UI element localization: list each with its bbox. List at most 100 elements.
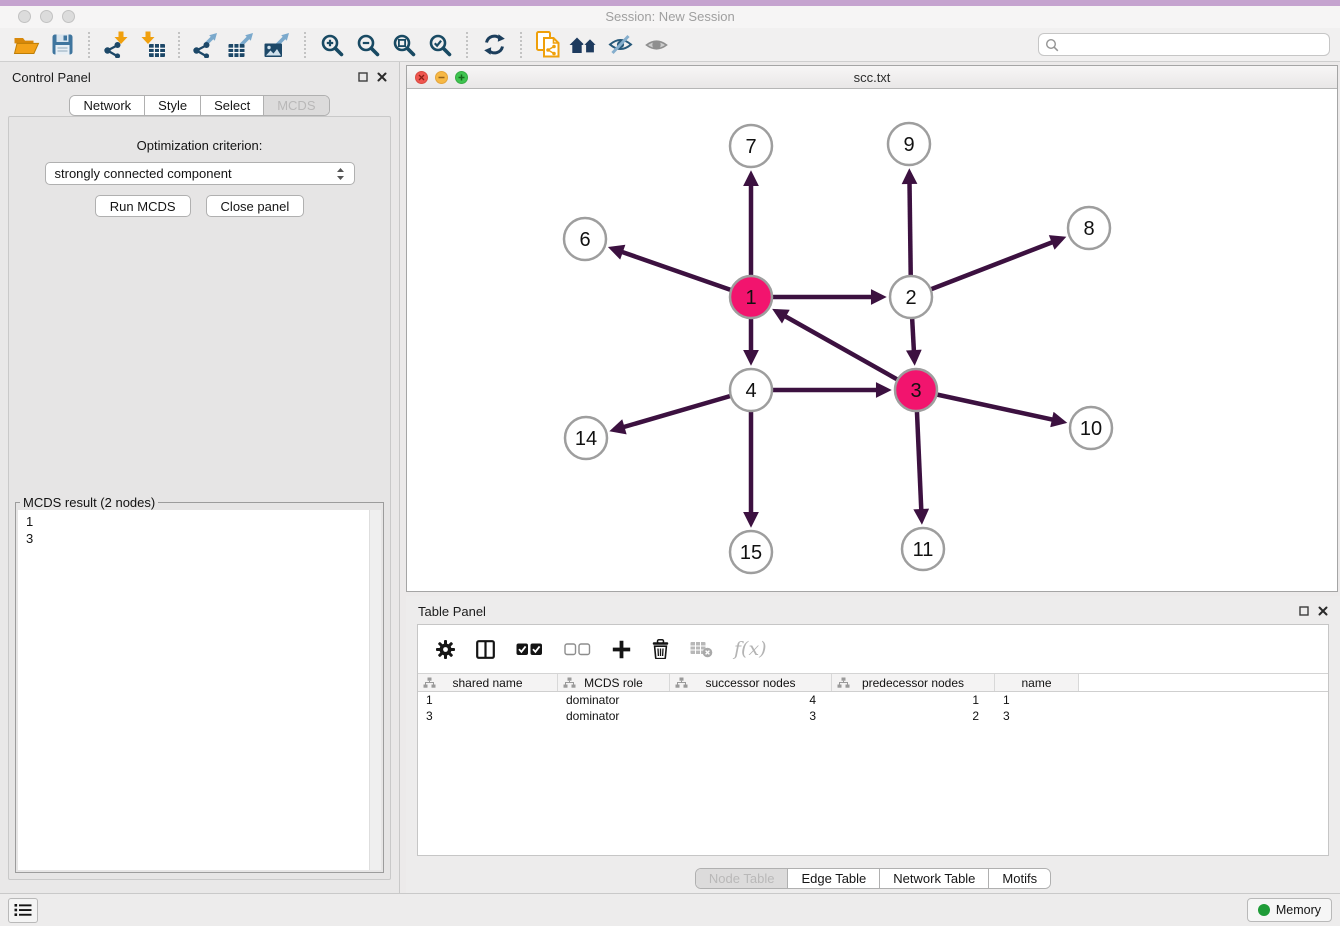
network-window: scc.txt 7968124314101511 (406, 65, 1338, 592)
table-settings-button[interactable] (436, 640, 455, 659)
graph-node-label: 1 (745, 287, 756, 309)
close-panel-icon[interactable] (1318, 606, 1328, 616)
graph-node-label: 15 (740, 542, 762, 564)
open-session-button[interactable] (8, 30, 44, 60)
cell-shared-name[interactable]: 1 (418, 693, 558, 707)
cell-predecessor-nodes[interactable]: 2 (832, 709, 995, 723)
show-panels-button[interactable] (8, 898, 38, 923)
graph-node-label: 11 (913, 539, 934, 561)
search-input[interactable] (1059, 38, 1323, 52)
table-header-row: shared name MCDS role successor nodes pr… (418, 673, 1328, 692)
mcds-result-group: MCDS result (2 nodes) 1 3 (15, 495, 384, 873)
float-panel-icon[interactable] (358, 72, 368, 82)
control-panel: Control Panel Network Style Select MCDS … (0, 62, 400, 893)
run-mcds-button[interactable]: Run MCDS (95, 195, 191, 217)
mcds-panel: Optimization criterion: strongly connect… (8, 116, 391, 880)
add-column-button[interactable] (612, 640, 631, 659)
memory-button[interactable]: Memory (1247, 898, 1332, 922)
zoom-in-button[interactable] (314, 30, 350, 60)
tab-style[interactable]: Style (145, 96, 201, 115)
network-maximize-button[interactable] (455, 71, 468, 84)
save-session-button[interactable] (44, 30, 80, 60)
cell-name[interactable]: 3 (995, 709, 1079, 723)
graph-node-label: 8 (1083, 218, 1094, 240)
table-panel: Table Panel f(x) shared name MCDS role s… (406, 596, 1340, 893)
search-box[interactable] (1038, 33, 1330, 56)
delete-table-button[interactable] (690, 641, 713, 658)
mcds-result-line: 3 (26, 530, 381, 547)
hide-selected-button[interactable] (602, 30, 638, 60)
tab-edge-table[interactable]: Edge Table (788, 869, 880, 888)
cell-mcds-role[interactable]: dominator (558, 709, 670, 723)
network-close-button[interactable] (415, 71, 428, 84)
close-panel-button[interactable]: Close panel (206, 195, 305, 217)
show-all-button[interactable] (638, 30, 674, 60)
graph-edge-2-8[interactable] (911, 238, 1062, 297)
unselect-all-button[interactable] (564, 643, 591, 656)
refresh-button[interactable] (476, 30, 512, 60)
eye-slash-icon (608, 34, 633, 55)
import-network-button[interactable] (98, 30, 134, 60)
table-row[interactable]: 1 dominator 4 1 1 (418, 692, 1328, 708)
function-builder-button[interactable]: f(x) (734, 638, 767, 660)
import-network-icon (103, 31, 130, 58)
zoom-selected-button[interactable] (422, 30, 458, 60)
import-table-icon (139, 31, 166, 58)
export-image-button[interactable] (260, 30, 296, 60)
tab-motifs[interactable]: Motifs (989, 869, 1050, 888)
network-window-titlebar[interactable]: scc.txt (407, 66, 1337, 89)
graph-node-label: 2 (905, 287, 916, 309)
show-columns-button[interactable] (476, 640, 495, 659)
table-panel-title: Table Panel (418, 604, 486, 619)
select-all-button[interactable] (516, 643, 543, 656)
main-toolbar (0, 28, 1340, 62)
network-canvas[interactable]: 7968124314101511 (407, 89, 1337, 591)
zoom-fit-button[interactable] (386, 30, 422, 60)
cell-successor-nodes[interactable]: 4 (670, 693, 832, 707)
import-table-button[interactable] (134, 30, 170, 60)
create-network-from-selection-button[interactable] (530, 30, 566, 60)
houses-icon (569, 34, 599, 55)
cell-mcds-role[interactable]: dominator (558, 693, 670, 707)
first-neighbors-button[interactable] (566, 30, 602, 60)
zoom-out-icon (356, 33, 380, 57)
table-row[interactable]: 3 dominator 3 2 3 (418, 708, 1328, 724)
export-network-icon (192, 31, 220, 58)
select-chevrons-icon (336, 167, 345, 181)
result-scrollbar[interactable] (369, 510, 381, 870)
tab-mcds[interactable]: MCDS (264, 96, 328, 115)
graph-node-label: 4 (745, 380, 756, 402)
network-minimize-button[interactable] (435, 71, 448, 84)
cell-predecessor-nodes[interactable]: 1 (832, 693, 995, 707)
column-header-shared-name[interactable]: shared name (418, 674, 558, 691)
clone-network-icon (536, 31, 561, 58)
cell-successor-nodes[interactable]: 3 (670, 709, 832, 723)
export-image-icon (264, 31, 292, 58)
graph-edge-3-1[interactable] (776, 311, 916, 390)
column-header-successor-nodes[interactable]: successor nodes (670, 674, 832, 691)
float-panel-icon[interactable] (1299, 606, 1309, 616)
network-graph[interactable]: 7968124314101511 (407, 89, 1337, 591)
cell-shared-name[interactable]: 3 (418, 709, 558, 723)
column-header-predecessor-nodes[interactable]: predecessor nodes (832, 674, 995, 691)
optimization-criterion-select[interactable]: strongly connected component (45, 162, 355, 185)
column-header-mcds-role[interactable]: MCDS role (558, 674, 670, 691)
tab-select[interactable]: Select (201, 96, 264, 115)
checked-boxes-icon (516, 643, 543, 656)
split-columns-icon (476, 640, 495, 659)
control-panel-title: Control Panel (12, 70, 91, 85)
cell-name[interactable]: 1 (995, 693, 1079, 707)
graph-node-label: 9 (903, 134, 914, 156)
table-panel-tabs: Node Table Edge Table Network Table Moti… (695, 868, 1051, 889)
zoom-out-button[interactable] (350, 30, 386, 60)
graph-edge-3-10[interactable] (916, 390, 1063, 422)
tab-node-table[interactable]: Node Table (696, 869, 789, 888)
column-header-name[interactable]: name (995, 674, 1079, 691)
close-panel-icon[interactable] (377, 72, 387, 82)
export-table-button[interactable] (224, 30, 260, 60)
delete-column-button[interactable] (652, 639, 669, 659)
tab-network-table[interactable]: Network Table (880, 869, 989, 888)
mcds-result-textarea[interactable]: 1 3 (18, 510, 381, 870)
export-network-button[interactable] (188, 30, 224, 60)
tab-network[interactable]: Network (70, 96, 145, 115)
